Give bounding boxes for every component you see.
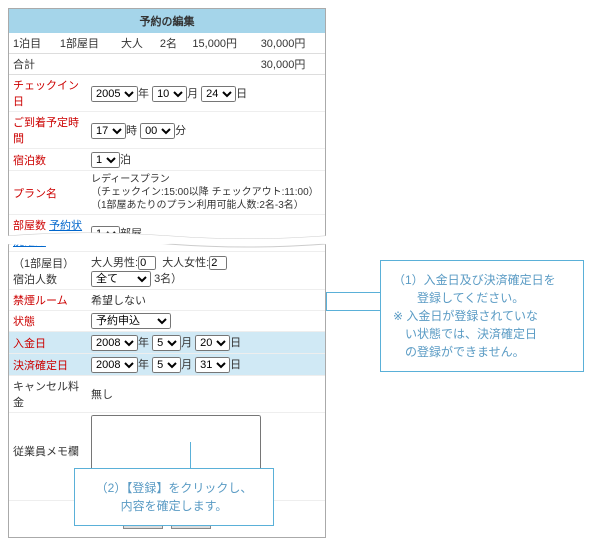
- callout-2: （2）【登録】をクリックし、 内容を確定します。: [74, 468, 274, 526]
- rooms-select[interactable]: 1: [91, 226, 120, 242]
- settle-label: 決済確定日: [9, 354, 87, 376]
- table-row: 合計 30,000円: [9, 54, 325, 75]
- pax-label: （1部屋目）宿泊人数: [9, 252, 87, 290]
- female-count-input[interactable]: [209, 256, 227, 270]
- nights-label: 宿泊数: [9, 149, 87, 171]
- rooms-label: 部屋数: [13, 220, 46, 232]
- settle-day-select[interactable]: 31: [195, 357, 230, 373]
- payin-month-select[interactable]: 5: [152, 335, 181, 351]
- reservation-edit-panel: 予約の編集 1泊目 1部屋目 大人 2名 15,000円 30,000円 合計 …: [8, 8, 326, 538]
- callout-1: （1）入金日及び決済確定日を 登録してください。 ※ 入金日が登録されていな い…: [380, 260, 584, 372]
- arrival-label: ご到着予定時間: [9, 112, 87, 149]
- payin-label: 入金日: [9, 332, 87, 354]
- payin-year-select[interactable]: 2008: [91, 335, 138, 351]
- table-row: 1泊目 1部屋目 大人 2名 15,000円 30,000円: [9, 33, 325, 54]
- settle-month-select[interactable]: 5: [152, 357, 181, 373]
- callout-connector: [190, 442, 191, 468]
- nights-select[interactable]: 1: [91, 152, 120, 168]
- arrival-min-select[interactable]: 00: [140, 123, 175, 139]
- checkin-day-select[interactable]: 24: [201, 86, 236, 102]
- settle-year-select[interactable]: 2008: [91, 357, 138, 373]
- payin-day-select[interactable]: 20: [195, 335, 230, 351]
- plan-label: プラン名: [9, 171, 87, 215]
- male-count-input[interactable]: [138, 256, 156, 270]
- panel-title: 予約の編集: [9, 9, 325, 33]
- checkin-month-select[interactable]: 10: [152, 86, 187, 102]
- pax-select[interactable]: 全て: [91, 271, 151, 287]
- callout-connector: [326, 292, 380, 293]
- form-table: チェックイン日 2005年 10月 24日 ご到着予定時間 17時 00分 宿泊…: [9, 75, 325, 501]
- summary-table: 1泊目 1部屋目 大人 2名 15,000円 30,000円 合計 30,000…: [9, 33, 325, 75]
- checkin-label: チェックイン日: [9, 75, 87, 112]
- arrival-hour-select[interactable]: 17: [91, 123, 126, 139]
- status-select[interactable]: 予約申込: [91, 313, 171, 329]
- checkin-year-select[interactable]: 2005: [91, 86, 138, 102]
- status-label: 状態: [9, 311, 87, 332]
- callout-connector: [326, 310, 380, 311]
- nosmoke-label: 禁煙ルーム: [9, 290, 87, 311]
- cancel-label: キャンセル料金: [9, 376, 87, 413]
- plan-name: レディースプラン: [91, 174, 170, 185]
- callout-connector: [326, 292, 327, 310]
